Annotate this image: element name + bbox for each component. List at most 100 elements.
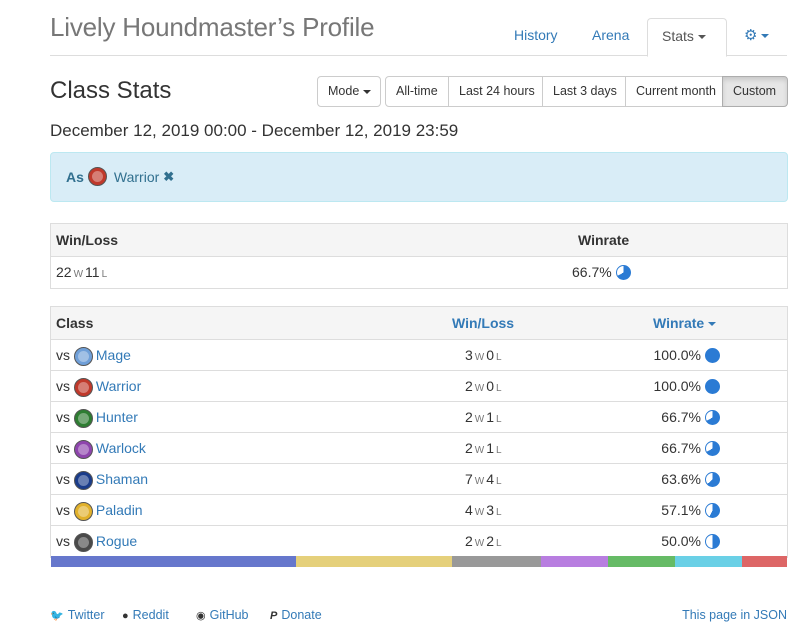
winloss-cell: 2W1L <box>465 402 504 435</box>
winloss-cell: 3W0L <box>465 340 504 373</box>
range-last-3-days[interactable]: Last 3 days <box>542 76 626 107</box>
class-table: Class Win/Loss Winrate vs Mage 3 W 0 L 100.0%… <box>50 306 788 558</box>
winrate-cell: 66.7% <box>661 402 720 433</box>
winrate-cell: 100.0% <box>654 340 720 371</box>
footer-donate-label: Donate <box>281 608 322 622</box>
winrate-pie-icon <box>615 264 631 280</box>
alert-class-name[interactable]: Warrior <box>114 169 159 185</box>
class-header-row: Class Win/Loss Winrate <box>51 307 787 340</box>
class-link[interactable]: Rogue <box>96 533 137 549</box>
twitter-icon: 🐦 <box>50 610 64 622</box>
class-link[interactable]: Warrior <box>96 378 141 394</box>
class-link[interactable]: Mage <box>96 347 131 363</box>
winrate: 63.6% <box>661 471 701 487</box>
class-link[interactable]: Paladin <box>96 502 143 518</box>
wins: 2 <box>465 440 473 456</box>
vs-label: vs <box>56 533 70 549</box>
footer-github[interactable]: ◉ GitHub <box>196 608 249 622</box>
vs-label: vs <box>56 378 70 394</box>
class-cell: vs Warrior <box>56 371 141 402</box>
loss-suffix: L <box>496 445 502 456</box>
summary-header-row: Win/Loss Winrate <box>51 224 787 257</box>
vs-label: vs <box>56 440 70 456</box>
summary-header-winloss: Win/Loss <box>56 232 119 248</box>
wins: 2 <box>465 409 473 425</box>
table-row: vs Hunter 2 W 1 L 66.7% <box>51 402 787 433</box>
win-suffix: W <box>474 352 485 363</box>
class-cell: vs Hunter <box>56 402 138 433</box>
winrate: 100.0% <box>653 378 701 394</box>
footer-donate[interactable]: P Donate <box>270 608 322 622</box>
github-icon: ◉ <box>196 610 206 622</box>
loss-suffix: L <box>496 414 502 425</box>
class-link[interactable]: Warlock <box>96 440 146 456</box>
settings-dropdown[interactable]: ⚙ <box>730 18 783 56</box>
footer-twitter-label: Twitter <box>67 608 105 622</box>
footer-github-label: GitHub <box>209 608 249 622</box>
mode-dropdown[interactable]: Mode <box>317 76 381 107</box>
class-link[interactable]: Shaman <box>96 471 148 487</box>
class-cell: vs Rogue <box>56 526 137 557</box>
winloss-cell: 2W2L <box>465 526 504 559</box>
winrate-pie-icon <box>705 409 720 425</box>
summary-wins: 22 <box>56 264 72 280</box>
range-all-time[interactable]: All-time <box>385 76 449 107</box>
vs-label: vs <box>56 471 70 487</box>
date-range: December 12, 2019 00:00 - December 12, 2… <box>50 121 459 140</box>
loss-suffix: L <box>496 476 502 487</box>
tab-stats-label: Stats <box>662 28 694 44</box>
loss-suffix: L <box>101 269 108 280</box>
vs-label: vs <box>56 502 70 518</box>
winloss-cell: 2W0L <box>465 371 504 404</box>
range-custom[interactable]: Custom <box>722 76 788 107</box>
class-link[interactable]: Hunter <box>96 409 138 425</box>
wins: 4 <box>465 502 473 518</box>
summary-losses: 11 <box>85 264 100 280</box>
winrate-pie-icon <box>705 347 720 363</box>
winrate-cell: 63.6% <box>661 464 720 495</box>
range-last-24-hours[interactable]: Last 24 hours <box>448 76 543 107</box>
summary-row: 22 W 11 L 66.7% <box>51 257 787 288</box>
gear-icon: ⚙ <box>744 27 758 44</box>
vs-label: vs <box>56 347 70 363</box>
close-icon[interactable]: ✖ <box>163 169 174 185</box>
wins: 3 <box>465 347 473 363</box>
winrate-cell: 66.7% <box>661 433 720 464</box>
warlock-icon <box>73 439 93 459</box>
header-winrate-sort[interactable]: Winrate <box>653 307 717 340</box>
range-current-month[interactable]: Current month <box>625 76 723 107</box>
class-rows: vs Mage 3 W 0 L 100.0% vs Warrior 2 W 0 L 100.0% vs … <box>51 340 787 557</box>
win-suffix: W <box>73 269 84 280</box>
page-title: Lively Houndmaster’s Profile <box>50 12 375 42</box>
winrate: 66.7% <box>661 409 701 425</box>
loss-suffix: L <box>496 507 502 518</box>
sort-down-icon <box>708 322 717 327</box>
distribution-segment-paladin <box>296 556 453 567</box>
rogue-icon <box>73 532 93 552</box>
win-suffix: W <box>474 445 485 456</box>
class-cell: vs Paladin <box>56 495 143 526</box>
winrate: 57.1% <box>661 502 701 518</box>
paladin-icon <box>73 501 93 521</box>
mode-label: Mode <box>328 84 360 98</box>
chevron-down-icon <box>697 35 706 40</box>
footer-json-link[interactable]: This page in JSON <box>682 608 787 622</box>
winrate-cell: 100.0% <box>654 371 720 402</box>
win-suffix: W <box>474 507 485 518</box>
warrior-icon <box>87 167 107 186</box>
header-winloss-sort[interactable]: Win/Loss <box>452 307 514 340</box>
footer-reddit[interactable]: ● Reddit <box>122 608 169 622</box>
summary-table: Win/Loss Winrate 22 W 11 L 66.7% <box>50 223 788 289</box>
footer-twitter[interactable]: 🐦 Twitter <box>50 608 105 622</box>
wins: 2 <box>465 378 473 394</box>
losses: 4 <box>486 471 495 487</box>
win-suffix: W <box>474 476 485 487</box>
winrate: 100.0% <box>653 347 701 363</box>
chevron-down-icon <box>761 34 770 39</box>
tab-stats[interactable]: Stats <box>647 18 727 57</box>
losses: 0 <box>486 347 495 363</box>
winrate-pie-icon <box>705 440 720 456</box>
tab-history[interactable]: History <box>500 18 572 56</box>
tab-arena[interactable]: Arena <box>578 18 643 56</box>
table-row: vs Mage 3 W 0 L 100.0% <box>51 340 787 371</box>
